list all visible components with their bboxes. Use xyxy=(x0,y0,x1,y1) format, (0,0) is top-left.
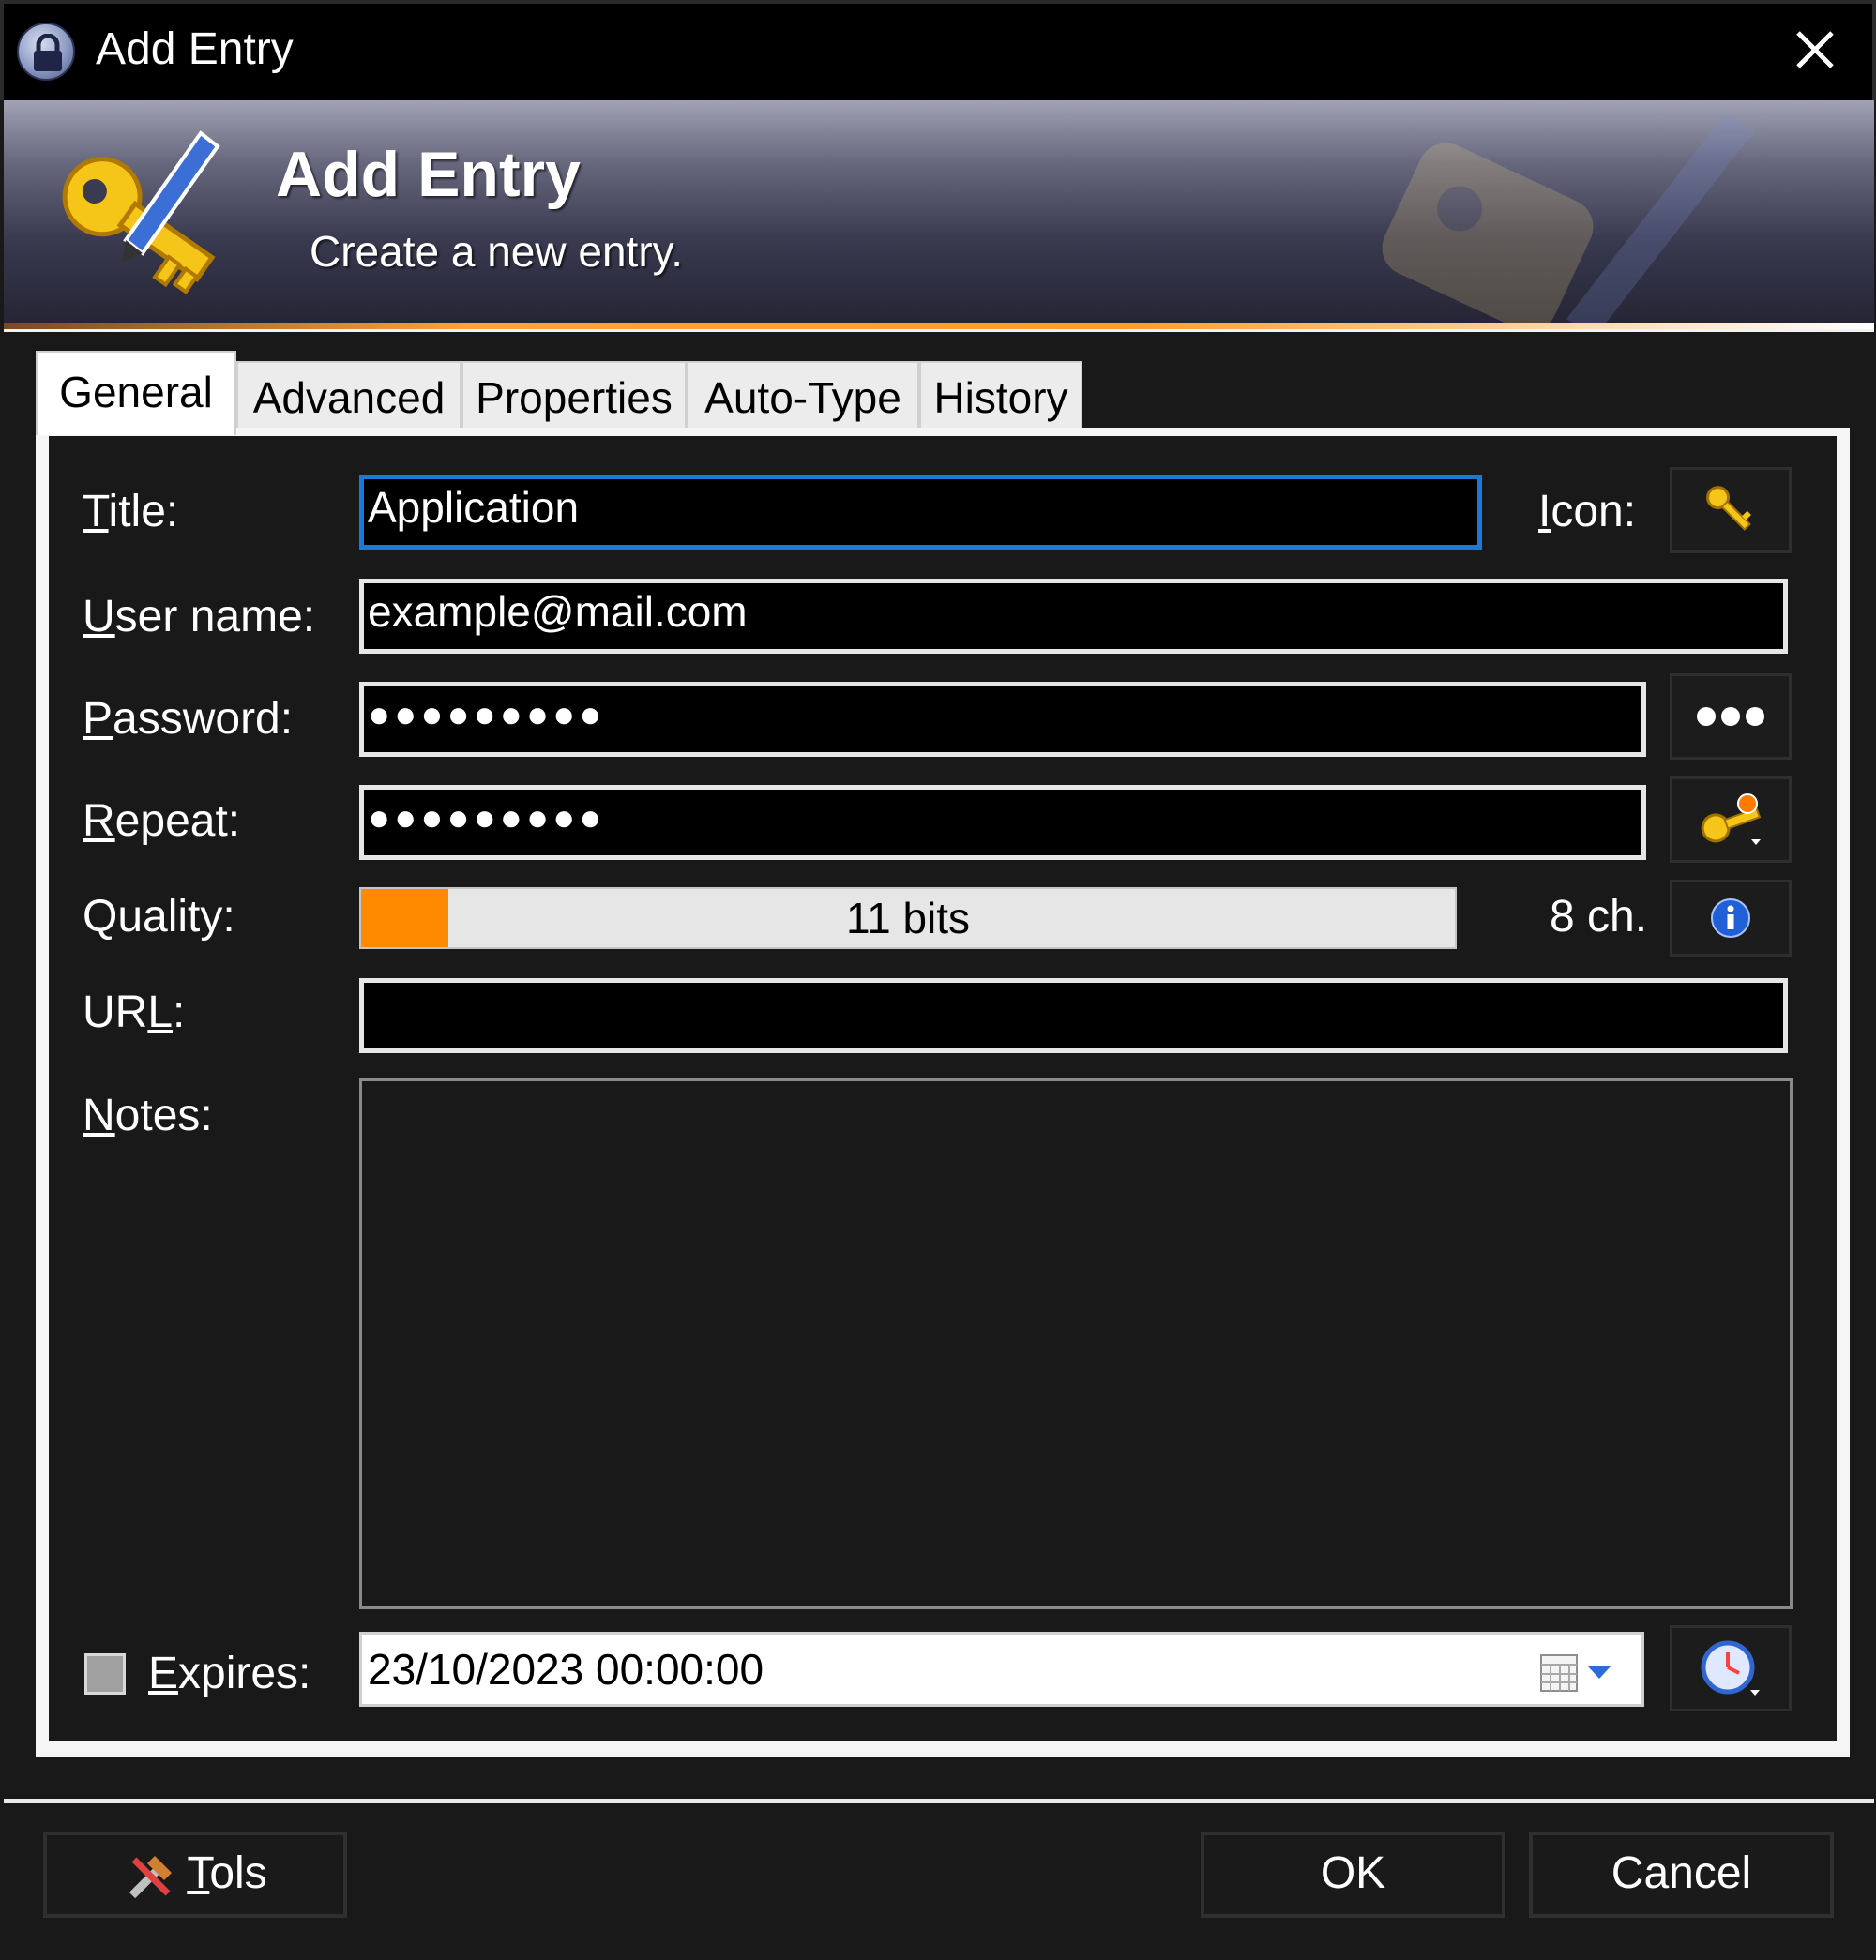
dots-icon xyxy=(1697,707,1764,726)
expires-label: Expires: xyxy=(148,1649,311,1698)
tab-advanced[interactable]: Advanced xyxy=(236,361,461,430)
tab-properties[interactable]: Properties xyxy=(461,361,687,430)
banner-divider xyxy=(4,329,1874,332)
username-input[interactable]: example@mail.com xyxy=(359,579,1788,654)
expiry-presets-button[interactable] xyxy=(1670,1625,1792,1711)
password-input[interactable]: ●●●●●●●●● xyxy=(359,682,1646,757)
close-button[interactable] xyxy=(1782,17,1848,83)
notes-textarea[interactable] xyxy=(359,1078,1793,1609)
key-pen-watermark-icon xyxy=(1285,94,1773,338)
tools-icon xyxy=(129,1856,173,1899)
repeat-password-input[interactable]: ●●●●●●●●● xyxy=(359,785,1646,860)
char-count-text: 8 ch. xyxy=(1550,892,1648,942)
tools-button[interactable]: Tols xyxy=(43,1832,347,1918)
footer-divider xyxy=(4,1799,1874,1803)
tab-general[interactable]: General xyxy=(36,351,236,435)
icon-picker-button[interactable] xyxy=(1670,467,1792,553)
quality-label: Quality: xyxy=(83,892,235,942)
notes-label: Notes: xyxy=(83,1091,213,1140)
url-input[interactable] xyxy=(359,978,1788,1053)
quality-info-button[interactable] xyxy=(1670,880,1792,957)
info-icon xyxy=(1711,898,1750,938)
password-generator-button[interactable] xyxy=(1670,776,1792,863)
expiry-date-value: 23/10/2023 00:00:00 xyxy=(368,1645,764,1694)
toggle-password-visibility-button[interactable] xyxy=(1670,673,1792,760)
accent-strip xyxy=(4,323,1874,329)
cancel-button[interactable]: Cancel xyxy=(1529,1832,1834,1918)
banner-title: Add Entry xyxy=(276,139,581,210)
title-label: Title: xyxy=(83,487,179,536)
url-label: URL: xyxy=(83,988,186,1037)
tab-history[interactable]: History xyxy=(919,361,1082,430)
password-label: Password: xyxy=(83,694,294,744)
key-icon xyxy=(1706,486,1751,531)
key-generator-icon xyxy=(1701,793,1762,845)
expires-checkbox[interactable] xyxy=(84,1653,126,1695)
quality-bits-text: 11 bits xyxy=(845,894,971,942)
banner-subtitle: Create a new entry. xyxy=(310,227,684,276)
title-input[interactable]: Application xyxy=(359,475,1482,550)
window-title: Add Entry xyxy=(96,24,294,74)
calendar-dropdown-icon[interactable] xyxy=(1539,1653,1614,1693)
icon-label: Icon: xyxy=(1538,487,1637,536)
lock-icon xyxy=(17,23,75,81)
ok-button[interactable]: OK xyxy=(1201,1832,1505,1918)
quality-progress-bar: 11 bits xyxy=(359,887,1457,949)
close-icon xyxy=(1796,31,1834,68)
key-pen-icon xyxy=(39,120,227,312)
tab-auto-type[interactable]: Auto-Type xyxy=(687,361,919,430)
repeat-label: Repeat: xyxy=(83,796,241,846)
clock-icon xyxy=(1701,1640,1760,1696)
username-label: User name: xyxy=(83,592,316,641)
expiry-date-picker[interactable]: 23/10/2023 00:00:00 xyxy=(359,1632,1644,1707)
